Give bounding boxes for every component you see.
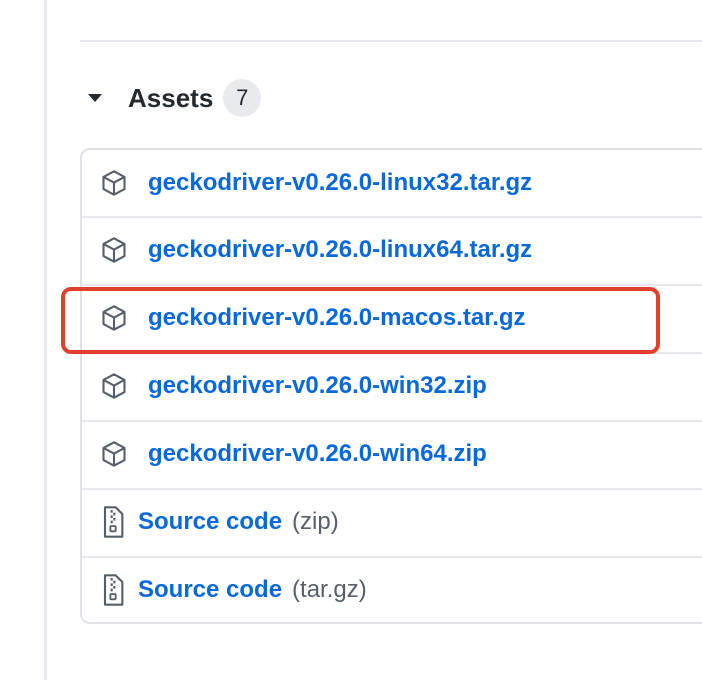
asset-row-linux32: geckodriver-v0.26.0-linux32.tar.gz <box>82 150 702 216</box>
assets-list: geckodriver-v0.26.0-linux32.tar.gz gecko… <box>80 148 702 624</box>
package-icon <box>102 373 126 399</box>
package-icon <box>102 237 126 263</box>
assets-title: Assets <box>128 82 214 113</box>
asset-link-linux32[interactable]: geckodriver-v0.26.0-linux32.tar.gz <box>148 169 532 197</box>
asset-row-win32: geckodriver-v0.26.0-win32.zip <box>82 352 702 418</box>
asset-link-win32[interactable]: geckodriver-v0.26.0-win32.zip <box>148 372 487 400</box>
asset-link-win64[interactable]: geckodriver-v0.26.0-win64.zip <box>148 440 487 468</box>
file-zip-icon <box>103 574 124 606</box>
assets-toggle[interactable]: Assets 7 <box>88 78 262 118</box>
asset-row-source-zip: Source code (zip) <box>82 488 702 554</box>
asset-row-source-targz: Source code (tar.gz) <box>82 556 702 622</box>
source-code-targz-suffix: (tar.gz) <box>292 576 367 603</box>
source-code-zip-link[interactable]: Source code <box>138 508 282 536</box>
source-code-targz-link[interactable]: Source code <box>138 576 282 604</box>
assets-count-badge: 7 <box>223 79 262 117</box>
asset-row-macos: geckodriver-v0.26.0-macos.tar.gz <box>82 284 702 350</box>
file-zip-icon <box>103 506 124 538</box>
triangle-down-icon <box>88 94 102 102</box>
package-icon <box>102 305 126 331</box>
asset-row-linux64: geckodriver-v0.26.0-linux64.tar.gz <box>82 216 702 282</box>
package-icon <box>102 441 126 467</box>
asset-row-win64: geckodriver-v0.26.0-win64.zip <box>82 420 702 486</box>
package-icon <box>102 170 126 196</box>
left-timeline-rule <box>44 0 47 680</box>
source-code-zip-suffix: (zip) <box>292 508 339 535</box>
section-divider <box>80 40 702 42</box>
asset-link-linux64[interactable]: geckodriver-v0.26.0-linux64.tar.gz <box>148 236 532 264</box>
asset-link-macos[interactable]: geckodriver-v0.26.0-macos.tar.gz <box>148 304 526 332</box>
